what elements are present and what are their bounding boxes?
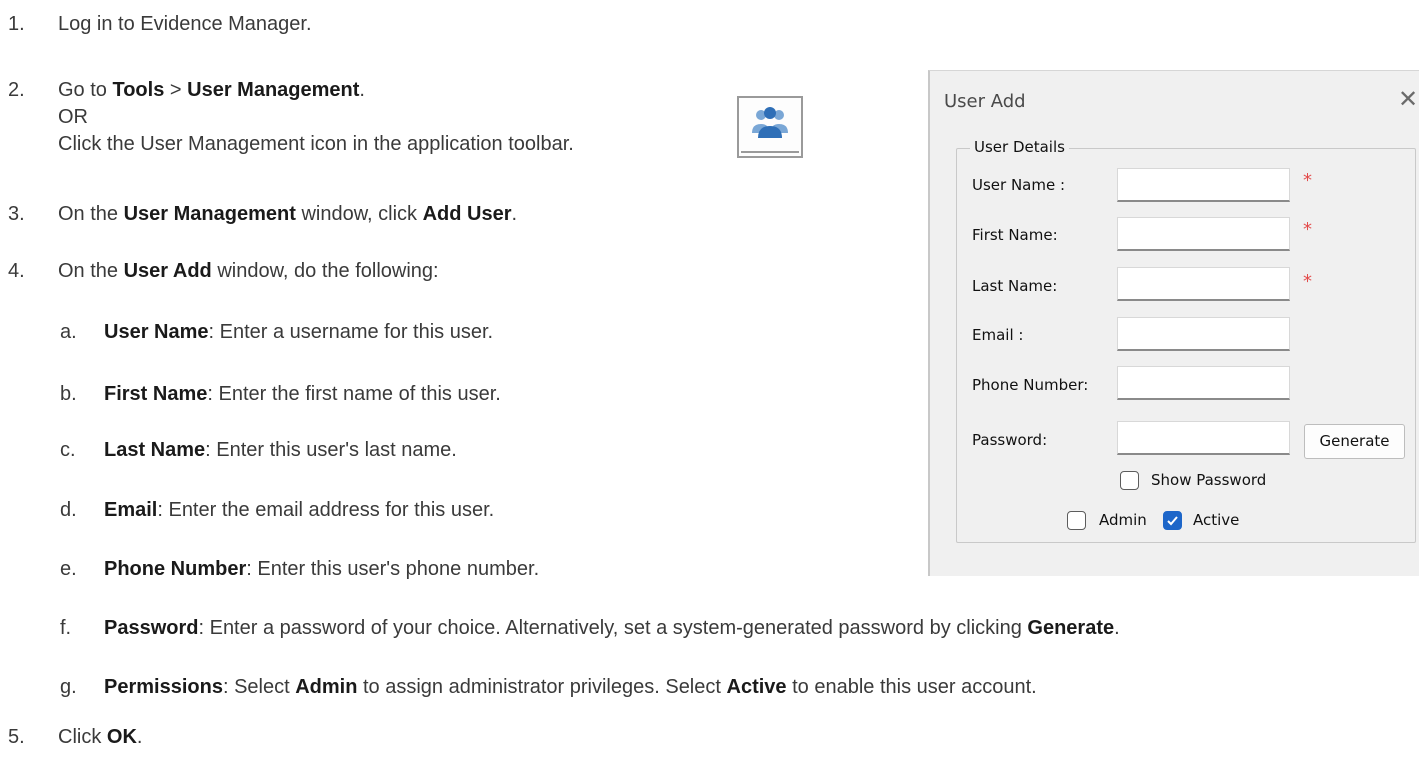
step-number: 3. (8, 203, 25, 225)
text: . (511, 203, 518, 225)
step-text: Go to Tools > User Management. (58, 77, 365, 103)
text: On the (58, 260, 124, 282)
substep-text: First Name: Enter the first name of this… (104, 381, 501, 407)
text: Go to (58, 79, 113, 101)
step-text: Click OK. (58, 724, 142, 750)
substep-letter: d. (60, 499, 77, 521)
password-input[interactable] (1117, 421, 1290, 455)
user-add-dialog: User Add ✕ User Details User Name : * Fi… (928, 70, 1419, 576)
text: to enable this user account. (786, 676, 1037, 698)
button-name: OK (106, 726, 137, 748)
text: Click (58, 726, 107, 748)
menu-tools: Tools (112, 79, 165, 101)
substep-letter: a. (60, 321, 77, 343)
field-name: First Name (104, 383, 208, 405)
field-name: Last Name (104, 439, 206, 461)
text: window, do the following: (211, 260, 439, 282)
step-number: 5. (8, 726, 25, 748)
or-text: OR (58, 106, 88, 128)
substep-text: Permissions: Select Admin to assign admi… (104, 674, 1037, 700)
admin-label: Admin (1099, 511, 1147, 529)
checkmark-icon (1167, 516, 1178, 526)
user-name-input[interactable] (1117, 168, 1290, 202)
step-text: On the User Management window, click Add… (58, 201, 517, 227)
substep-letter: c. (60, 439, 76, 461)
substep-text: Phone Number: Enter this user's phone nu… (104, 556, 539, 582)
substep-letter: b. (60, 383, 77, 405)
text: : Enter a username for this user. (208, 321, 494, 343)
option-admin: Admin (295, 676, 358, 698)
text: : Enter the first name of this user. (207, 383, 501, 405)
step-number: 1. (8, 13, 25, 35)
substep-letter: g. (60, 676, 77, 698)
window-name: User Management (123, 203, 296, 225)
button-name: Generate (1027, 617, 1115, 639)
text: . (136, 726, 143, 748)
text: > (164, 79, 188, 101)
field-name: Password (104, 617, 199, 639)
required-asterisk: * (1303, 219, 1312, 240)
text: : Enter this user's phone number. (246, 558, 540, 580)
show-password-label: Show Password (1151, 471, 1267, 489)
text: : Enter a password of your choice. Alter… (198, 617, 1028, 639)
admin-checkbox[interactable] (1067, 511, 1086, 530)
step-number: 2. (8, 79, 25, 101)
label-phone-number: Phone Number: (972, 376, 1089, 394)
user-management-icon[interactable] (737, 96, 803, 158)
step-text: Log in to Evidence Manager. (58, 13, 312, 35)
text: window, click (295, 203, 423, 225)
window-name: User Add (123, 260, 212, 282)
substep-letter: e. (60, 558, 77, 580)
field-name: Email (104, 499, 158, 521)
text: On the (58, 203, 124, 225)
substep-text: Password: Enter a password of your choic… (104, 615, 1120, 641)
label-email: Email : (972, 326, 1024, 344)
field-name: Permissions (104, 676, 223, 698)
substep-text: User Name: Enter a username for this use… (104, 319, 493, 345)
label-last-name: Last Name: (972, 277, 1058, 295)
step-number: 4. (8, 260, 25, 282)
label-password: Password: (972, 431, 1048, 449)
label-first-name: First Name: (972, 226, 1058, 244)
generate-button[interactable]: Generate (1304, 424, 1405, 459)
label-user-name: User Name : (972, 176, 1066, 194)
button-name: Add User (422, 203, 512, 225)
group-title: User Details (970, 138, 1069, 156)
step-text: Click the User Management icon in the ap… (58, 133, 574, 155)
close-icon[interactable]: ✕ (1398, 85, 1418, 113)
email-input[interactable] (1117, 317, 1290, 351)
active-checkbox[interactable] (1163, 511, 1182, 530)
active-label: Active (1193, 511, 1240, 529)
required-asterisk: * (1303, 271, 1312, 292)
text: to assign administrator privileges. Sele… (357, 676, 727, 698)
step-text: On the User Add window, do the following… (58, 258, 439, 284)
text: : Select (222, 676, 296, 698)
substep-text: Last Name: Enter this user's last name. (104, 437, 457, 463)
last-name-input[interactable] (1117, 267, 1290, 301)
phone-number-input[interactable] (1117, 366, 1290, 400)
field-name: Phone Number (104, 558, 247, 580)
text: : Enter the email address for this user. (157, 499, 495, 521)
text: . (359, 79, 365, 101)
text: . (1114, 617, 1120, 639)
field-name: User Name (104, 321, 209, 343)
dialog-title: User Add (944, 91, 1026, 112)
substep-text: Email: Enter the email address for this … (104, 497, 494, 523)
menu-user-management: User Management (187, 79, 360, 101)
required-asterisk: * (1303, 170, 1312, 191)
show-password-checkbox[interactable] (1120, 471, 1139, 490)
option-active: Active (726, 676, 787, 698)
substep-letter: f. (60, 617, 72, 639)
first-name-input[interactable] (1117, 217, 1290, 251)
text: : Enter this user's last name. (205, 439, 457, 461)
